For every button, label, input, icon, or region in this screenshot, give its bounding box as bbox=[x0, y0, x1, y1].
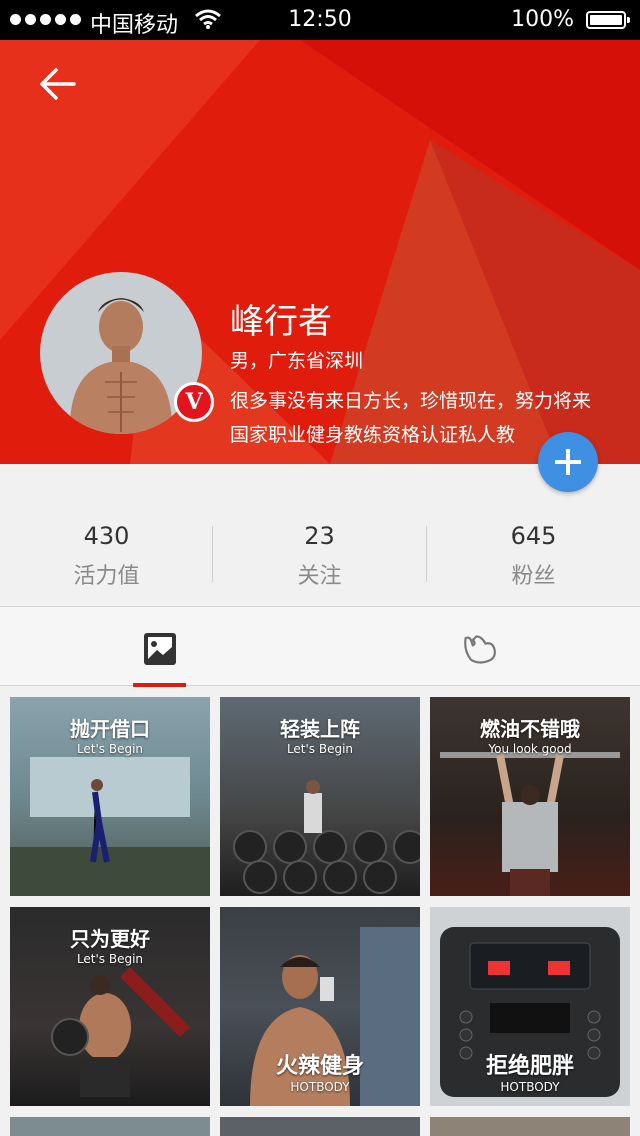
stat-value: 430 bbox=[83, 522, 130, 550]
post-caption: 只为更好 Let's Begin bbox=[70, 927, 150, 966]
post-thumbnail[interactable] bbox=[430, 1117, 630, 1136]
muscle-arm-icon bbox=[464, 635, 496, 664]
post-thumbnail[interactable]: 轻装上阵 Let's Begin bbox=[220, 697, 420, 896]
profile-location: 男，广东省深圳 bbox=[230, 350, 364, 372]
content-tabs bbox=[0, 606, 640, 687]
post-thumbnail[interactable]: 拒绝肥胖 HOTBODY bbox=[430, 907, 630, 1106]
stats-bar: 430 活力值 23 关注 645 粉丝 bbox=[0, 464, 640, 606]
post-caption: 拒绝肥胖 HOTBODY bbox=[485, 1054, 574, 1094]
post-caption: 轻装上阵 Let's Begin bbox=[280, 717, 360, 756]
stat-label: 粉丝 bbox=[511, 564, 556, 589]
profile-name: 峰行者 bbox=[230, 302, 332, 342]
post-caption: 抛开借口 Let's Begin bbox=[70, 717, 150, 756]
post-thumbnail[interactable] bbox=[10, 1117, 210, 1136]
back-button[interactable] bbox=[34, 62, 84, 106]
arrow-left-icon bbox=[40, 68, 76, 100]
post-thumbnail[interactable]: 火辣健身 HOTBODY bbox=[220, 907, 420, 1106]
stat-following[interactable]: 23 关注 bbox=[213, 522, 426, 590]
post-thumbnail[interactable]: 只为更好 Let's Begin bbox=[10, 907, 210, 1106]
tab-fitness[interactable] bbox=[320, 607, 640, 687]
post-thumbnail[interactable]: 燃油不错哦 You look good bbox=[430, 697, 630, 896]
battery-icon bbox=[586, 11, 630, 29]
photo-icon bbox=[144, 633, 176, 665]
tab-photos[interactable] bbox=[0, 607, 320, 687]
profile-title: 国家职业健身教练资格认证私人教 bbox=[230, 424, 516, 446]
post-thumbnail[interactable]: 抛开借口 Let's Begin bbox=[10, 697, 210, 896]
stat-followers[interactable]: 645 粉丝 bbox=[427, 522, 640, 590]
post-caption: 燃油不错哦 You look good bbox=[480, 717, 580, 756]
battery-percent: 100% bbox=[511, 7, 574, 32]
stat-label: 活力值 bbox=[73, 564, 140, 589]
stat-value: 645 bbox=[510, 522, 557, 550]
post-thumbnail[interactable] bbox=[220, 1117, 420, 1136]
verified-badge: V bbox=[174, 382, 214, 422]
active-tab-indicator bbox=[133, 683, 186, 687]
status-bar: 中国移动 12:50 100% bbox=[0, 0, 640, 40]
profile-bio: 很多事没有来日方长，珍惜现在，努力将来 bbox=[230, 390, 592, 412]
stat-vitality[interactable]: 430 活力值 bbox=[0, 522, 213, 590]
stat-value: 23 bbox=[304, 522, 335, 550]
post-caption: 火辣健身 HOTBODY bbox=[275, 1054, 364, 1094]
stat-label: 关注 bbox=[297, 564, 342, 589]
profile-header: V 峰行者 男，广东省深圳 很多事没有来日方长，珍惜现在，努力将来 国家职业健身… bbox=[0, 40, 640, 464]
avatar-container[interactable]: V bbox=[40, 272, 214, 434]
add-follow-button[interactable] bbox=[538, 432, 598, 492]
